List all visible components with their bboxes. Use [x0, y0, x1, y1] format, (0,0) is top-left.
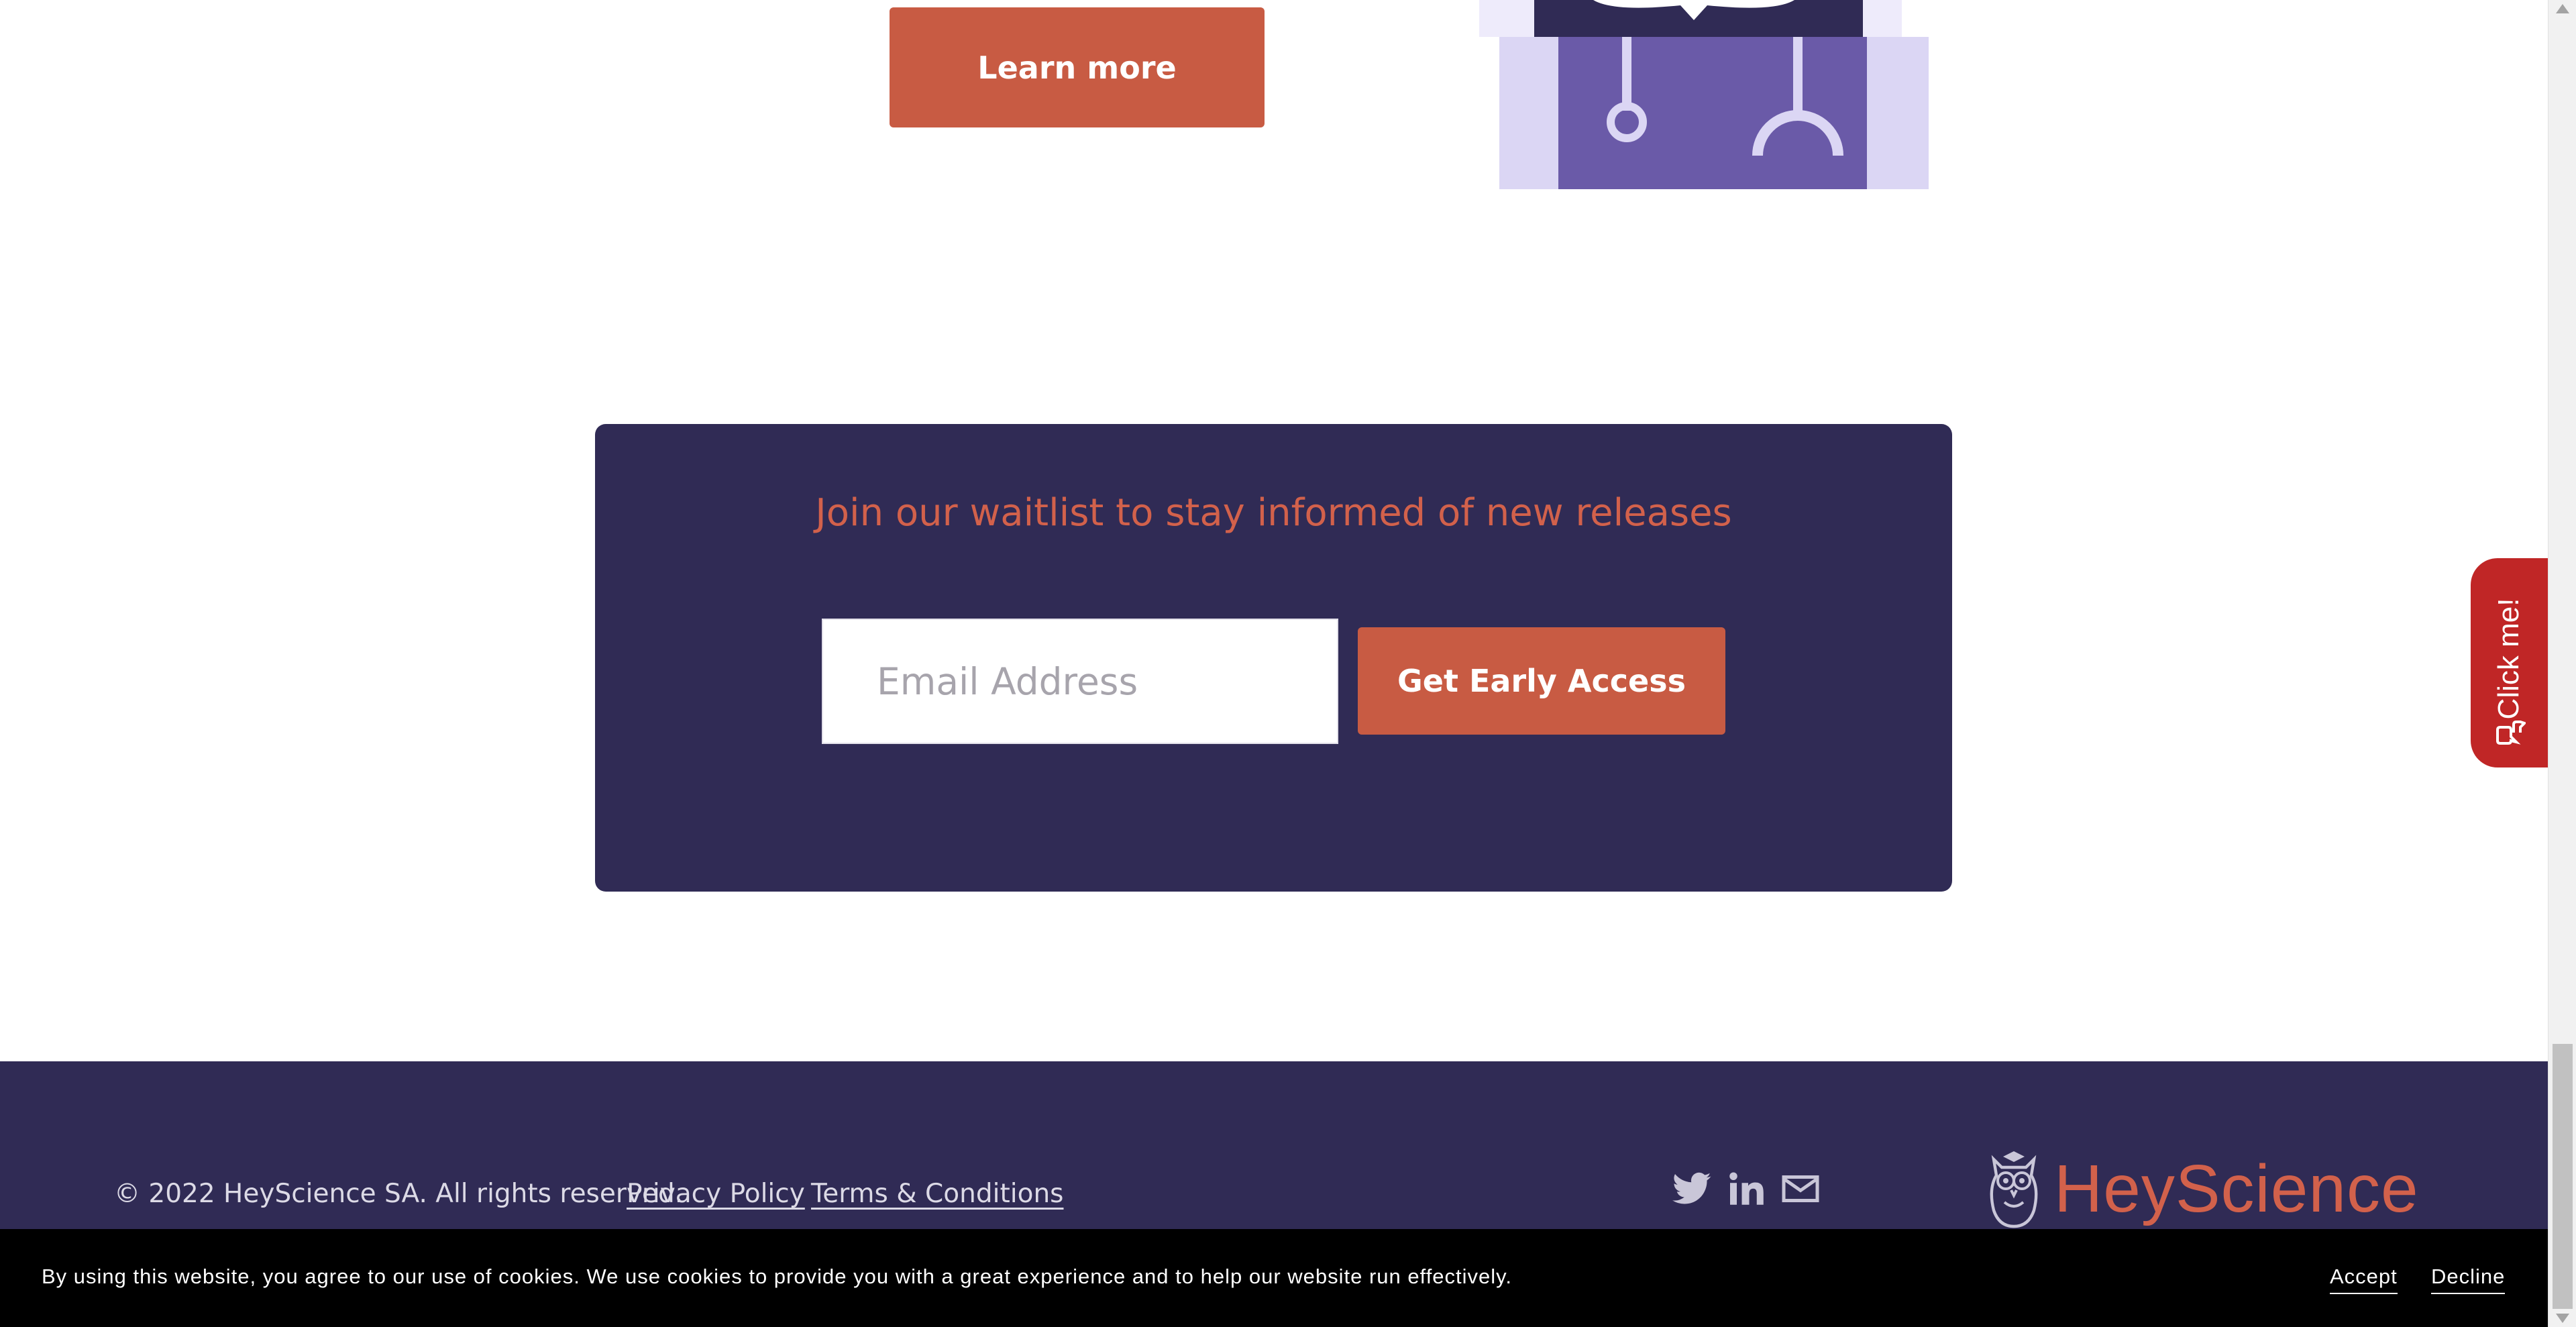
- scroll-up-arrow-icon[interactable]: [2556, 4, 2569, 13]
- terms-conditions-link[interactable]: Terms & Conditions: [811, 1179, 1063, 1209]
- scroll-thumb[interactable]: [2553, 1044, 2573, 1309]
- learn-more-button[interactable]: Learn more: [890, 7, 1265, 127]
- copyright-text: © 2022 HeyScience SA. All rights reserve…: [114, 1179, 684, 1209]
- owl-logo-icon: [1990, 1151, 2038, 1228]
- feedback-tab-label: Click me!: [2492, 598, 2525, 720]
- viewport: Learn more Join our waitlist to stay inf…: [0, 0, 2548, 1327]
- email-field[interactable]: Email Address: [822, 619, 1338, 744]
- twitter-icon[interactable]: [1672, 1169, 1713, 1209]
- waitlist-title: Join our waitlist to stay informed of ne…: [815, 491, 1732, 535]
- scroll-down-arrow-icon[interactable]: [2556, 1314, 2569, 1323]
- cookie-decline-button[interactable]: Decline: [2431, 1265, 2506, 1294]
- robot-illustration: [1479, 0, 1929, 189]
- feedback-tab[interactable]: Click me!: [2471, 558, 2548, 767]
- logo-text: HeyScience: [2054, 1151, 2419, 1226]
- mail-icon[interactable]: [1780, 1169, 1821, 1209]
- linkedin-icon[interactable]: [1727, 1169, 1767, 1209]
- get-early-access-button[interactable]: Get Early Access: [1358, 627, 1725, 735]
- heyscience-logo[interactable]: HeyScience: [1986, 1149, 2419, 1229]
- cookie-accept-button[interactable]: Accept: [2330, 1265, 2398, 1294]
- page-scrollbar[interactable]: [2548, 0, 2576, 1327]
- cookie-message: By using this website, you agree to our …: [42, 1265, 1512, 1288]
- feedback-icon: [2496, 721, 2526, 745]
- cookie-bar: By using this website, you agree to our …: [0, 1229, 2548, 1327]
- privacy-policy-link[interactable]: Privacy Policy: [627, 1179, 805, 1209]
- waitlist-card: Join our waitlist to stay informed of ne…: [595, 424, 1952, 892]
- page: Learn more Join our waitlist to stay inf…: [0, 0, 2576, 1327]
